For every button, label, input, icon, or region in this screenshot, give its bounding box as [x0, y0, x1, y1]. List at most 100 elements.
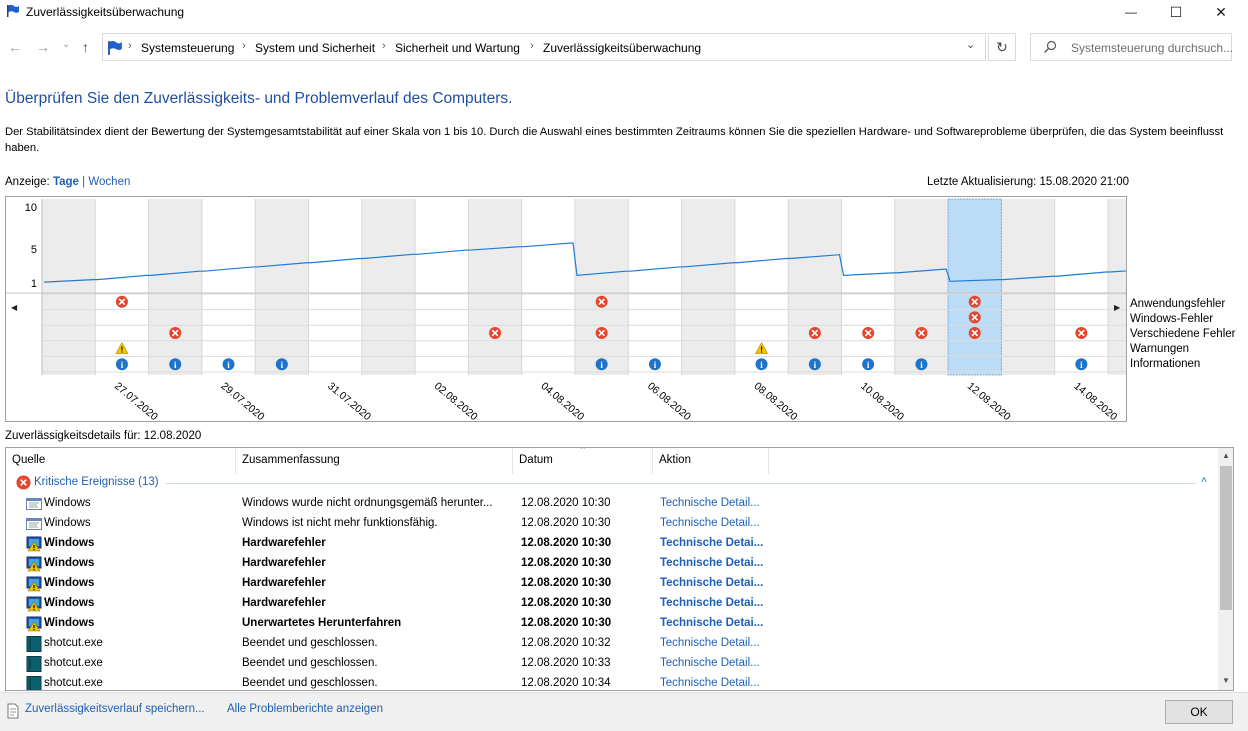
- scrollbar-thumb[interactable]: [1220, 466, 1232, 610]
- x-tick-label: 02.08.2020: [432, 380, 480, 421]
- breadcrumb-separator: ›: [128, 40, 132, 52]
- summary-cell: Beendet und geschlossen.: [242, 677, 378, 689]
- source-cell: shotcut.exe: [44, 677, 103, 689]
- search-box[interactable]: Systemsteuerung durchsuch...: [1030, 33, 1234, 61]
- breadcrumb-system-und-sicherheit[interactable]: System und Sicherheit: [255, 41, 375, 55]
- source-cell: Windows: [44, 617, 95, 629]
- action-link[interactable]: Technische Detail...: [660, 497, 770, 509]
- breadcrumb-separator: ›: [242, 40, 246, 52]
- action-link[interactable]: Technische Detail...: [660, 637, 770, 649]
- table-row[interactable]: shotcut.exe Beendet und geschlossen. 12.08…: [6, 654, 1216, 674]
- ok-button[interactable]: OK: [1165, 700, 1233, 724]
- page-heading: Überprüfen Sie den Zuverlässigkeits- und…: [5, 90, 513, 107]
- view-days-link[interactable]: Tage: [53, 176, 79, 188]
- table-row[interactable]: Windows Hardwarefehler 12.08.2020 10:30 Tec…: [6, 554, 1216, 574]
- view-weeks-link[interactable]: Wochen: [88, 176, 130, 188]
- vertical-scrollbar[interactable]: ▲ ▼: [1218, 448, 1233, 690]
- reliability-chart[interactable]: 1051!!iiiiiiiiiiii27.07.202029.07.202031…: [5, 196, 1127, 422]
- title-bar: Zuverlässigkeitsüberwachung — ☐ ✕: [0, 0, 1248, 24]
- table-row[interactable]: Windows Hardwarefehler 12.08.2020 10:30 Tec…: [6, 574, 1216, 594]
- view-switcher: Anzeige: Tage | Wochen: [5, 176, 130, 188]
- details-list[interactable]: Quelle Zusammenfassung Datum Aktion ^ Kr…: [5, 447, 1234, 691]
- scroll-down-icon[interactable]: ▼: [1222, 676, 1230, 685]
- column-header-summary[interactable]: Zusammenfassung: [236, 448, 513, 474]
- last-update: Letzte Aktualisierung: 15.08.2020 21:00: [927, 176, 1130, 188]
- x-tick-label: 10.08.2020: [858, 380, 906, 421]
- scroll-up-icon[interactable]: ▲: [1222, 451, 1230, 460]
- x-tick-label: 12.08.2020: [965, 380, 1013, 421]
- maximize-button[interactable]: ☐: [1153, 0, 1199, 24]
- breadcrumb-sicherheit-und-wartung[interactable]: Sicherheit und Wartung: [395, 41, 520, 55]
- date-cell: 12.08.2020 10:34: [521, 677, 611, 689]
- source-cell: Windows: [44, 537, 95, 549]
- save-history-link[interactable]: Zuverlässigkeitsverlauf speichern...: [25, 703, 205, 715]
- source-cell: Windows: [44, 557, 95, 569]
- column-header-source[interactable]: Quelle: [6, 448, 236, 474]
- chevron-down-icon[interactable]: ⌄: [966, 38, 975, 51]
- action-link[interactable]: Technische Detai...: [660, 597, 770, 609]
- table-row[interactable]: Windows Hardwarefehler 12.08.2020 10:30 Tec…: [6, 594, 1216, 614]
- footer: Zuverlässigkeitsverlauf speichern... All…: [0, 692, 1248, 731]
- x-tick-label: 31.07.2020: [325, 380, 373, 421]
- source-cell: Windows: [44, 597, 95, 609]
- back-button[interactable]: ←: [8, 40, 22, 54]
- table-row[interactable]: Windows Unerwartetes Herunterfahren 12.08.…: [6, 614, 1216, 634]
- details-title: Zuverlässigkeitsdetails für: 12.08.2020: [5, 430, 202, 442]
- refresh-button[interactable]: ↻: [988, 33, 1016, 61]
- summary-cell: Hardwarefehler: [242, 577, 326, 589]
- action-link[interactable]: Technische Detail...: [660, 517, 770, 529]
- group-critical-events[interactable]: Kritische Ereignisse (13) ˄: [16, 475, 1211, 491]
- source-cell: shotcut.exe: [44, 657, 103, 669]
- date-cell: 12.08.2020 10:33: [521, 657, 611, 669]
- close-icon: ✕: [1215, 3, 1227, 20]
- address-bar[interactable]: › Systemsteuerung › System und Sicherhei…: [102, 33, 986, 61]
- scroll-right-button[interactable]: ▶: [1114, 303, 1120, 312]
- breadcrumb-separator: ›: [382, 40, 386, 52]
- action-link[interactable]: Technische Detai...: [660, 557, 770, 569]
- action-link[interactable]: Technische Detai...: [660, 537, 770, 549]
- day-column-shade: [255, 199, 309, 375]
- error-icon: [16, 475, 31, 490]
- action-link[interactable]: Technische Detai...: [660, 577, 770, 589]
- action-link[interactable]: Technische Detail...: [660, 677, 770, 689]
- table-row[interactable]: Windows Hardwarefehler 12.08.2020 10:30 Tec…: [6, 534, 1216, 554]
- x-tick-label: 04.08.2020: [538, 380, 586, 421]
- breadcrumb-systemsteuerung[interactable]: Systemsteuerung: [141, 41, 234, 55]
- day-column-shade: [42, 199, 96, 375]
- warning-icon-mark: !: [760, 346, 763, 355]
- scroll-left-button[interactable]: ◀: [11, 303, 17, 312]
- day-column-shade: [1001, 199, 1055, 375]
- summary-cell: Hardwarefehler: [242, 557, 326, 569]
- source-cell: Windows: [44, 577, 95, 589]
- action-link[interactable]: Technische Detai...: [660, 617, 770, 629]
- date-cell: 12.08.2020 10:32: [521, 637, 611, 649]
- source-cell: Windows: [44, 517, 91, 529]
- reliability-chart-svg[interactable]: 1051!!iiiiiiiiiiii27.07.202029.07.202031…: [6, 197, 1126, 421]
- date-cell: 12.08.2020 10:30: [521, 597, 612, 609]
- search-placeholder: Systemsteuerung durchsuch...: [1071, 41, 1234, 55]
- table-row[interactable]: shotcut.exe Beendet und geschlossen. 12.08…: [6, 634, 1216, 654]
- up-button[interactable]: ↑: [82, 40, 89, 54]
- recent-locations-button[interactable]: ⌄: [62, 38, 70, 52]
- minimize-button[interactable]: —: [1108, 0, 1154, 24]
- x-tick-label: 27.07.2020: [112, 380, 160, 421]
- flag-icon: [108, 40, 122, 55]
- source-cell: shotcut.exe: [44, 637, 103, 649]
- close-button[interactable]: ✕: [1198, 0, 1244, 24]
- breadcrumb-zuverlaessigkeitsueberwachung[interactable]: Zuverlässigkeitsüberwachung: [543, 41, 701, 55]
- minimize-icon: —: [1125, 5, 1137, 19]
- y-tick-label: 1: [31, 278, 37, 290]
- table-row[interactable]: Windows Windows ist nicht mehr funktionsf…: [6, 514, 1216, 534]
- column-header-action[interactable]: Aktion: [653, 448, 769, 474]
- view-separator: |: [82, 176, 86, 188]
- all-reports-link[interactable]: Alle Problemberichte anzeigen: [227, 703, 383, 715]
- action-link[interactable]: Technische Detail...: [660, 657, 770, 669]
- collapse-icon[interactable]: ˄: [1201, 475, 1207, 486]
- table-row[interactable]: Windows Windows wurde nicht ordnungsgemäß…: [6, 494, 1216, 514]
- table-row[interactable]: shotcut.exe Beendet und geschlossen. 12.08…: [6, 674, 1216, 690]
- date-cell: 12.08.2020 10:30: [521, 537, 612, 549]
- x-tick-label: 08.08.2020: [752, 380, 800, 421]
- hardware-icon: [26, 536, 42, 552]
- forward-button[interactable]: →: [36, 40, 50, 54]
- date-cell: 12.08.2020 10:30: [521, 557, 612, 569]
